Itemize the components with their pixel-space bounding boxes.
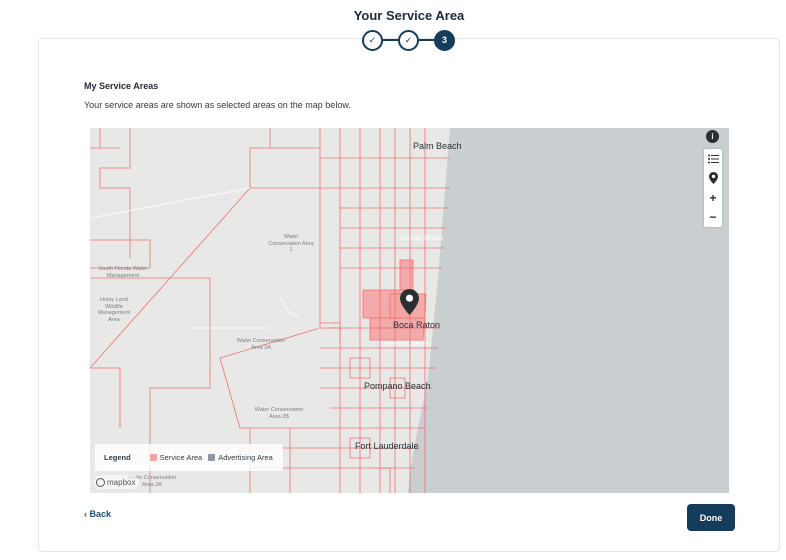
service-area-swatch [149,454,157,461]
label-water-conservation-2a: Water Conservation Area 2A [236,338,286,351]
section-title: My Service Areas [84,81,159,91]
stepper: ✓ ✓ 3 [362,29,455,51]
map-pin-marker[interactable] [400,289,419,315]
advertising-area-swatch [208,454,216,461]
done-button[interactable]: Done [687,504,735,531]
label-holey-land: Holey Land Wildlife Management Area [97,297,131,323]
step-3: 3 [434,29,455,51]
label-pompano-beach: Pompano Beach [364,381,431,391]
page-title: Your Service Area [353,8,465,23]
legend-service-area-label: Service Area [159,453,203,462]
ocean [408,128,729,493]
mapbox-logo[interactable]: mapbox [94,475,140,489]
zoom-out-button[interactable]: − [704,208,722,227]
label-palm-beach: Palm Beach [413,141,462,151]
legend-advertising-area-label: Advertising Area [218,453,273,462]
legend-list-icon[interactable] [704,149,722,168]
section-description: Your service areas are shown as selected… [84,100,351,110]
label-delray-beach: Delray Beach [401,235,444,242]
map-pin-icon[interactable] [704,169,722,188]
map-legend: Legend Service Area Advertising Area [95,444,283,471]
legend-advertising-area: Advertising Area [208,453,273,462]
label-deerfield-beach: Deerfield Beach [381,341,431,348]
mapbox-logo-text: mapbox [107,477,136,487]
label-water-conservation-2b: Water Conservation Area 2B [254,407,304,420]
legend-service-area: Service Area [149,453,203,462]
label-south-florida-water: South Florida Water Management [98,266,148,279]
step-connector [383,39,398,41]
map-info-icon[interactable]: i [706,130,719,143]
label-boca-raton: Boca Raton [393,320,441,330]
zoom-in-button[interactable]: + [704,188,722,207]
label-fort-lauderdale: Fort Lauderdale [355,441,419,451]
step-2: ✓ [398,29,419,51]
map-controls: + − [704,149,722,227]
step-connector [419,39,434,41]
step-1: ✓ [362,29,383,51]
back-button[interactable]: ‹ Back [84,509,111,519]
legend-title: Legend [104,453,131,462]
mapbox-logo-icon [96,477,105,487]
label-water-conservation-1: Water Conservation Area 1 [268,234,314,253]
